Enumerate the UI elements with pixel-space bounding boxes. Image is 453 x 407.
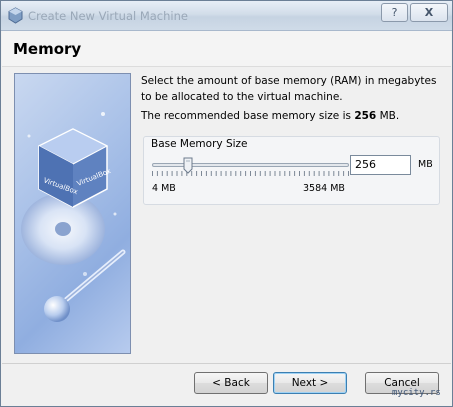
base-memory-group-label: Base Memory Size: [151, 138, 248, 150]
recommended-memory-value: 256: [354, 110, 377, 122]
close-button[interactable]: X: [410, 3, 448, 22]
back-button[interactable]: < Back: [194, 372, 268, 394]
memory-slider[interactable]: [152, 157, 349, 179]
recommendation-text: The recommended base memory size is 256 …: [141, 110, 399, 122]
recommendation-prefix: The recommended base memory size is: [141, 110, 355, 122]
page-title: Memory: [13, 40, 82, 58]
wizard-window: Create New Virtual Machine ? X Memory Vi…: [0, 0, 453, 407]
virtualbox-icon: [8, 7, 23, 24]
title-bar[interactable]: Create New Virtual Machine ? X: [1, 1, 452, 31]
memory-slider-track[interactable]: [152, 163, 349, 167]
slider-max-label: 3584 MB: [303, 183, 345, 194]
memory-unit-label: MB: [418, 159, 433, 170]
memory-slider-ticks: [152, 171, 349, 176]
base-memory-group: Base Memory Size 4 MB 3584 MB 256 MB: [143, 136, 440, 205]
page-description: Select the amount of base memory (RAM) i…: [141, 75, 437, 103]
next-button[interactable]: Next >: [273, 372, 347, 394]
virtualbox-logo-graphic: VirtualBox VirtualBox: [14, 73, 131, 354]
help-button[interactable]: ?: [381, 3, 408, 22]
page-header: Memory: [2, 31, 451, 67]
button-bar-separator: [2, 363, 451, 364]
watermark: mycity.rs: [392, 388, 441, 398]
slider-min-label: 4 MB: [152, 183, 176, 194]
memory-slider-thumb[interactable]: [183, 157, 193, 174]
memory-size-input[interactable]: 256: [350, 155, 411, 175]
window-title: Create New Virtual Machine: [28, 9, 188, 23]
page-content: VirtualBox VirtualBox Select the amount …: [2, 68, 451, 363]
recommendation-suffix: MB.: [376, 110, 400, 122]
